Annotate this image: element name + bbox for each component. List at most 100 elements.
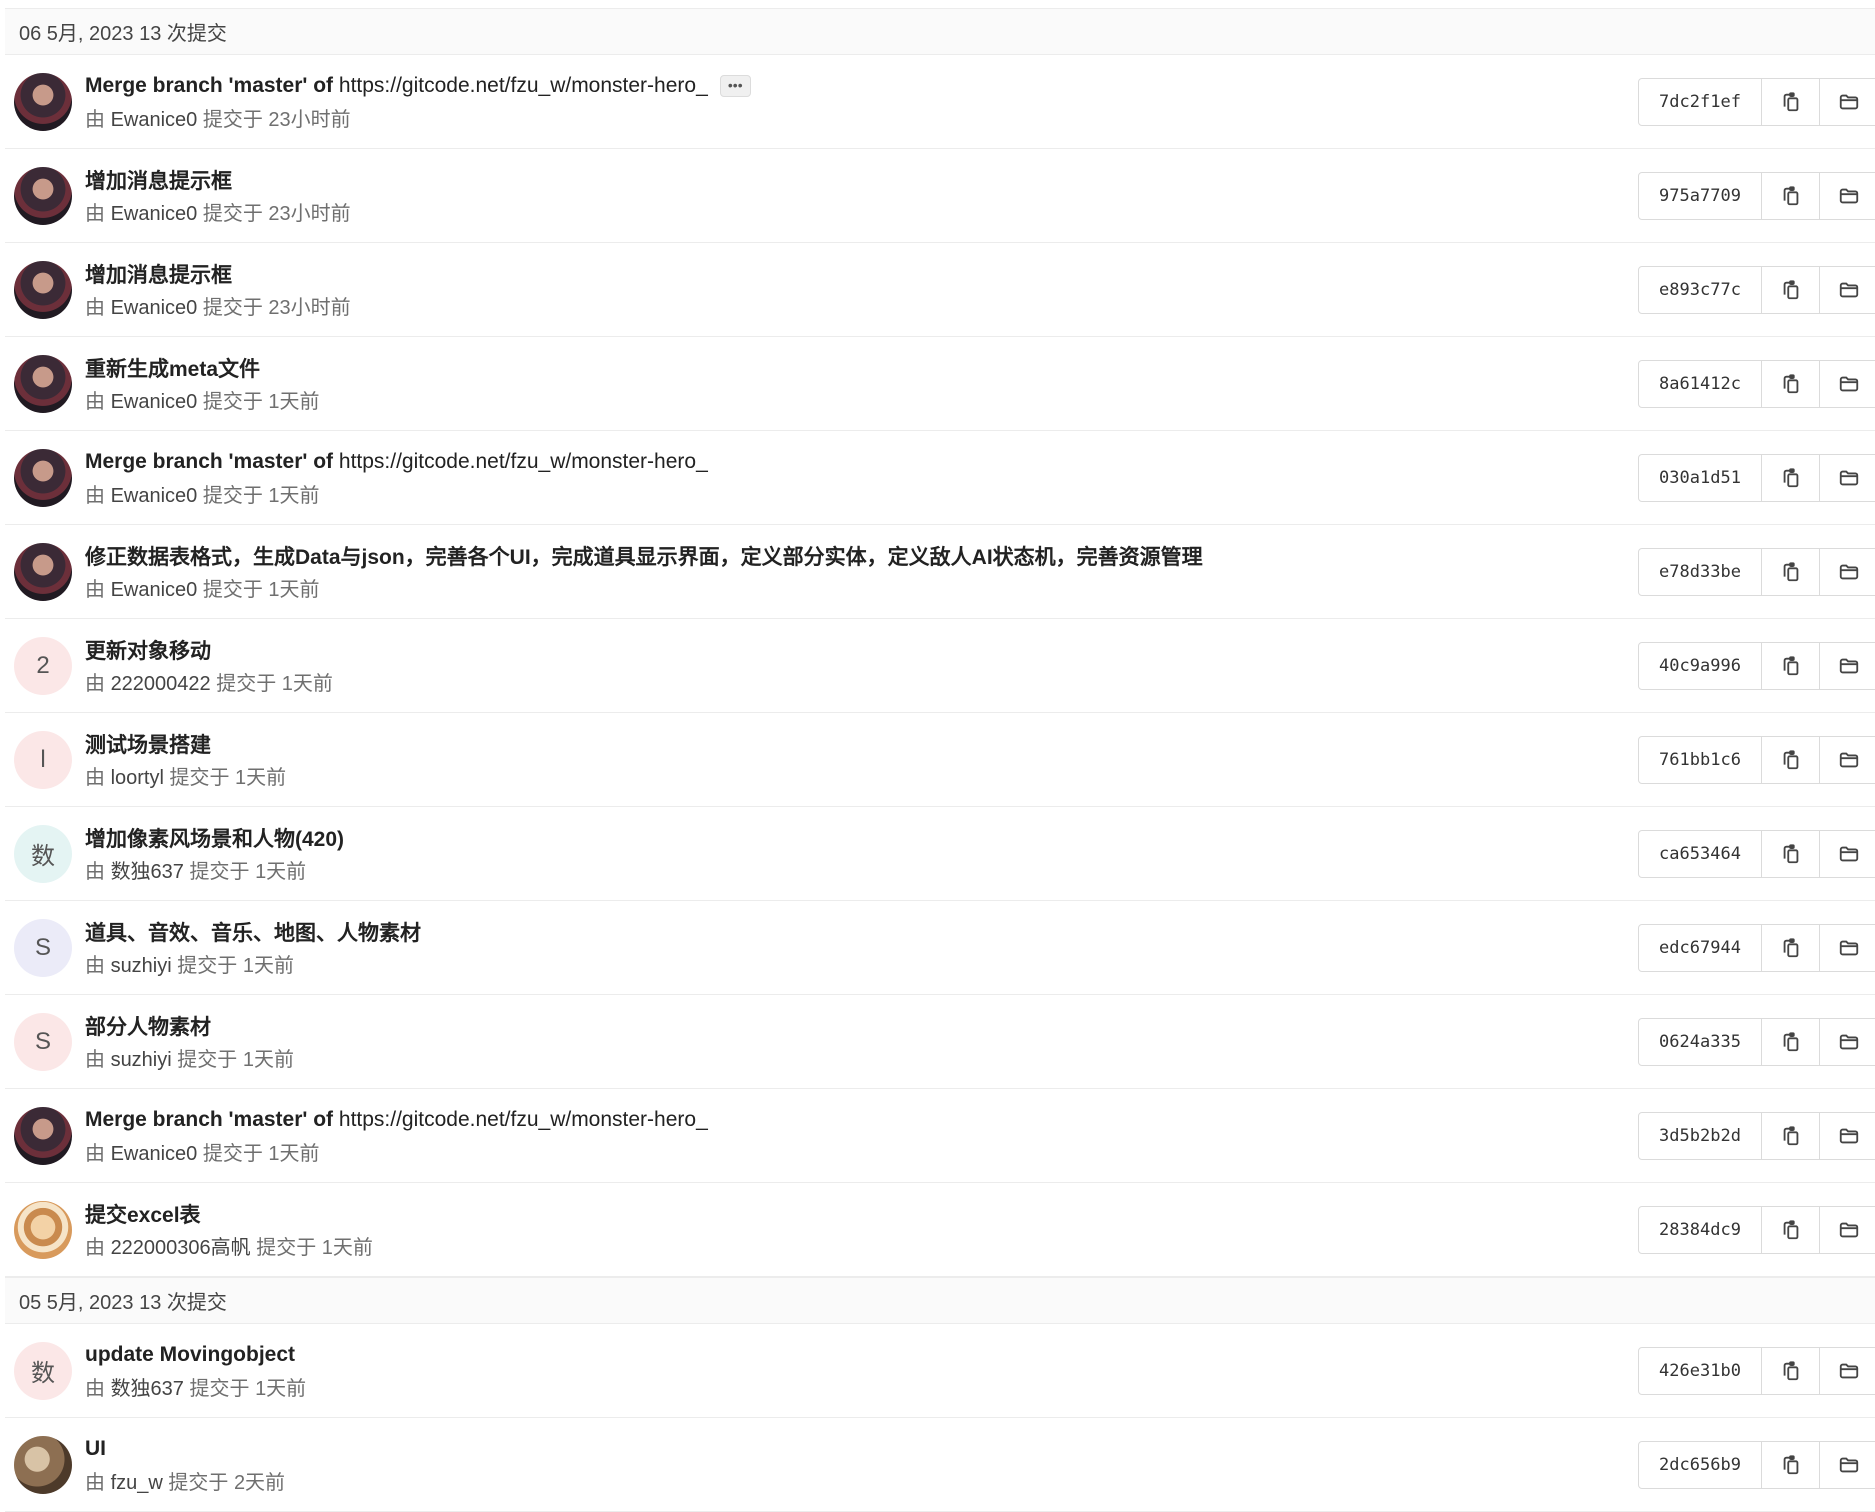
copy-sha-button[interactable]: [1762, 1346, 1820, 1395]
copy-sha-button[interactable]: [1762, 1017, 1820, 1066]
browse-files-button[interactable]: [1820, 735, 1875, 784]
commit-title[interactable]: 部分人物素材: [85, 1011, 211, 1041]
copy-sha-button[interactable]: [1762, 923, 1820, 972]
avatar[interactable]: l: [14, 730, 72, 789]
browse-files-button[interactable]: [1820, 265, 1875, 314]
avatar[interactable]: [14, 1200, 72, 1259]
browse-files-button[interactable]: [1820, 1017, 1875, 1066]
avatar[interactable]: [14, 354, 72, 413]
commit-author[interactable]: Ewanice0: [111, 1143, 198, 1165]
by-label: 由: [85, 767, 105, 789]
avatar[interactable]: [14, 542, 72, 601]
browse-files-button[interactable]: [1820, 453, 1875, 502]
commit-title[interactable]: UI: [85, 1437, 106, 1461]
commit-author[interactable]: 数独637: [111, 1378, 184, 1400]
commit-author[interactable]: loortyl: [111, 767, 164, 789]
commit-author[interactable]: suzhiyi: [111, 955, 172, 977]
commit-title[interactable]: 更新对象移动: [85, 635, 211, 665]
copy-sha-button[interactable]: [1762, 1111, 1820, 1160]
commit-author[interactable]: suzhiyi: [111, 1049, 172, 1071]
copy-sha-button[interactable]: [1762, 77, 1820, 126]
avatar[interactable]: S: [14, 918, 72, 977]
commit-meta: 由 222000306高帆 提交于 1天前: [85, 1231, 1875, 1260]
commit-meta: 由 suzhiyi 提交于 1天前: [85, 949, 1875, 978]
copy-sha-button[interactable]: [1762, 359, 1820, 408]
avatar[interactable]: S: [14, 1012, 72, 1071]
avatar[interactable]: [14, 260, 72, 319]
copy-sha-button[interactable]: [1762, 641, 1820, 690]
commit-sha-button[interactable]: 40c9a996: [1638, 641, 1762, 690]
commit-title[interactable]: Merge branch 'master' of https://gitcode…: [85, 450, 708, 474]
commit-author[interactable]: Ewanice0: [111, 391, 198, 413]
avatar[interactable]: 2: [14, 636, 72, 695]
browse-files-button[interactable]: [1820, 1205, 1875, 1254]
browse-files-button[interactable]: [1820, 547, 1875, 596]
commit-sha-button[interactable]: edc67944: [1638, 923, 1762, 972]
commit-sha-button[interactable]: 0624a335: [1638, 1017, 1762, 1066]
copy-sha-button[interactable]: [1762, 453, 1820, 502]
commit-title[interactable]: Merge branch 'master' of https://gitcode…: [85, 1108, 708, 1132]
copy-sha-button[interactable]: [1762, 829, 1820, 878]
browse-files-button[interactable]: [1820, 923, 1875, 972]
copy-sha-button[interactable]: [1762, 547, 1820, 596]
copy-sha-button[interactable]: [1762, 1440, 1820, 1489]
commit-author[interactable]: 222000306高帆: [111, 1237, 251, 1259]
browse-files-button[interactable]: [1820, 1111, 1875, 1160]
avatar[interactable]: [14, 448, 72, 507]
commit-author[interactable]: Ewanice0: [111, 579, 198, 601]
copy-sha-button[interactable]: [1762, 265, 1820, 314]
commit-author[interactable]: fzu_w: [111, 1472, 163, 1494]
commit-title[interactable]: 提交excel表: [85, 1199, 201, 1229]
commit-title[interactable]: 测试场景搭建: [85, 729, 211, 759]
more-button[interactable]: •••: [719, 75, 751, 97]
commit-author[interactable]: 222000422: [111, 673, 211, 695]
avatar[interactable]: 数: [14, 1341, 72, 1400]
commit-sha-button[interactable]: e78d33be: [1638, 547, 1762, 596]
commit-author[interactable]: 数独637: [111, 861, 184, 883]
commit-author[interactable]: Ewanice0: [111, 203, 198, 225]
browse-files-button[interactable]: [1820, 77, 1875, 126]
commit-title[interactable]: 增加消息提示框: [85, 259, 232, 289]
commit-sha-button[interactable]: ca653464: [1638, 829, 1762, 878]
browse-files-button[interactable]: [1820, 1440, 1875, 1489]
commit-row: Merge branch 'master' of https://gitcode…: [5, 55, 1875, 149]
commit-title[interactable]: 道具、音效、音乐、地图、人物素材: [85, 917, 421, 947]
commit-title[interactable]: update Movingobject: [85, 1343, 295, 1367]
copy-sha-button[interactable]: [1762, 171, 1820, 220]
commit-sha-button[interactable]: 975a7709: [1638, 171, 1762, 220]
commit-actions: 975a7709: [1638, 171, 1875, 220]
browse-files-button[interactable]: [1820, 171, 1875, 220]
browse-files-button[interactable]: [1820, 1346, 1875, 1395]
commit-sha-button[interactable]: 8a61412c: [1638, 359, 1762, 408]
commit-sha-button[interactable]: 2dc656b9: [1638, 1440, 1762, 1489]
commit-sha-button[interactable]: 426e31b0: [1638, 1346, 1762, 1395]
commit-author[interactable]: Ewanice0: [111, 297, 198, 319]
avatar[interactable]: [14, 1106, 72, 1165]
copy-sha-button[interactable]: [1762, 735, 1820, 784]
commit-title[interactable]: Merge branch 'master' of https://gitcode…: [85, 74, 708, 98]
commit-title-url: https://gitcode.net/fzu_w/monster-hero_: [338, 74, 708, 97]
avatar[interactable]: [14, 166, 72, 225]
browse-files-button[interactable]: [1820, 641, 1875, 690]
commit-title[interactable]: 修正数据表格式，生成Data与json，完善各个UI，完成道具显示界面，定义部分…: [85, 541, 1203, 571]
avatar[interactable]: [14, 72, 72, 131]
avatar[interactable]: [14, 1435, 72, 1494]
commit-title[interactable]: 重新生成meta文件: [85, 353, 260, 383]
commit-title[interactable]: 增加消息提示框: [85, 165, 232, 195]
commit-author[interactable]: Ewanice0: [111, 485, 198, 507]
by-label: 由: [85, 1049, 105, 1071]
folder-icon: [1838, 91, 1860, 113]
commit-sha-button[interactable]: 030a1d51: [1638, 453, 1762, 502]
commit-sha-button[interactable]: 28384dc9: [1638, 1205, 1762, 1254]
avatar[interactable]: 数: [14, 824, 72, 883]
commit-title[interactable]: 增加像素风场景和人物(420): [85, 823, 344, 853]
commit-sha-button[interactable]: 761bb1c6: [1638, 735, 1762, 784]
commit-title-text: 提交excel表: [85, 1204, 201, 1227]
commit-sha-button[interactable]: e893c77c: [1638, 265, 1762, 314]
commit-sha-button[interactable]: 7dc2f1ef: [1638, 77, 1762, 126]
commit-author[interactable]: Ewanice0: [111, 109, 198, 131]
browse-files-button[interactable]: [1820, 829, 1875, 878]
browse-files-button[interactable]: [1820, 359, 1875, 408]
commit-sha-button[interactable]: 3d5b2b2d: [1638, 1111, 1762, 1160]
copy-sha-button[interactable]: [1762, 1205, 1820, 1254]
